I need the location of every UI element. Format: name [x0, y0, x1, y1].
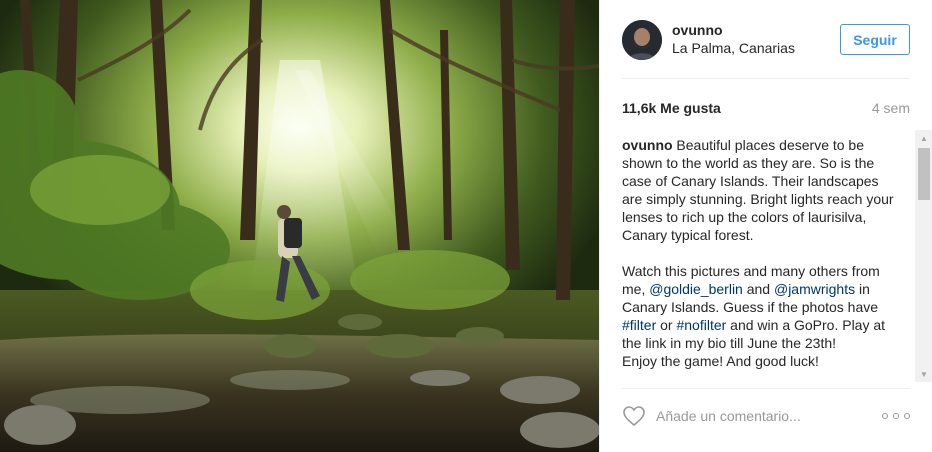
header-divider [622, 78, 910, 79]
more-dot [882, 413, 888, 419]
instagram-post: ovunno La Palma, Canarias Seguir 11,6k M… [0, 0, 932, 452]
scroll-up-arrow-icon[interactable]: ▲ [915, 130, 932, 146]
caption-username[interactable]: ovunno [622, 137, 673, 153]
avatar-image [622, 20, 662, 60]
mention-link-goldie-berlin[interactable]: @goldie_berlin [649, 281, 743, 297]
caption-text-2d: or [656, 317, 677, 333]
post-location[interactable]: La Palma, Canarias [672, 40, 795, 56]
post-side-panel: ovunno La Palma, Canarias Seguir 11,6k M… [599, 0, 932, 452]
hashtag-link-filter[interactable]: #filter [622, 317, 656, 333]
mention-link-jamwrights[interactable]: @jamwrights [774, 281, 855, 297]
post-header: ovunno La Palma, Canarias Seguir [600, 0, 932, 78]
avatar[interactable] [622, 20, 662, 60]
post-caption: ovunno Beautiful places deserve to be sh… [622, 136, 902, 382]
heart-icon[interactable] [622, 405, 646, 427]
forest-photo-image [0, 0, 599, 452]
hashtag-link-nofilter[interactable]: #nofilter [676, 317, 726, 333]
scroll-down-arrow-icon[interactable]: ▼ [915, 366, 932, 382]
more-dot [904, 413, 910, 419]
caption-scrollbar[interactable]: ▲ ▼ [915, 130, 932, 382]
follow-button[interactable]: Seguir [840, 24, 910, 55]
caption-paragraph-2: Watch this pictures and many others from… [622, 262, 902, 352]
more-dot [893, 413, 899, 419]
caption-paragraph-3: Enjoy the game! And good luck! [622, 353, 819, 369]
actions-divider [622, 388, 910, 389]
caption-paragraph-1: ovunno Beautiful places deserve to be sh… [622, 136, 902, 244]
likes-count[interactable]: 11,6k Me gusta [622, 100, 721, 116]
comment-input[interactable] [656, 406, 856, 426]
post-photo[interactable] [0, 0, 599, 452]
caption-text-2b: and [742, 281, 774, 297]
scroll-thumb[interactable] [918, 148, 930, 200]
post-age[interactable]: 4 sem [872, 100, 910, 116]
more-options-icon[interactable] [882, 405, 910, 427]
post-username[interactable]: ovunno [672, 22, 723, 38]
